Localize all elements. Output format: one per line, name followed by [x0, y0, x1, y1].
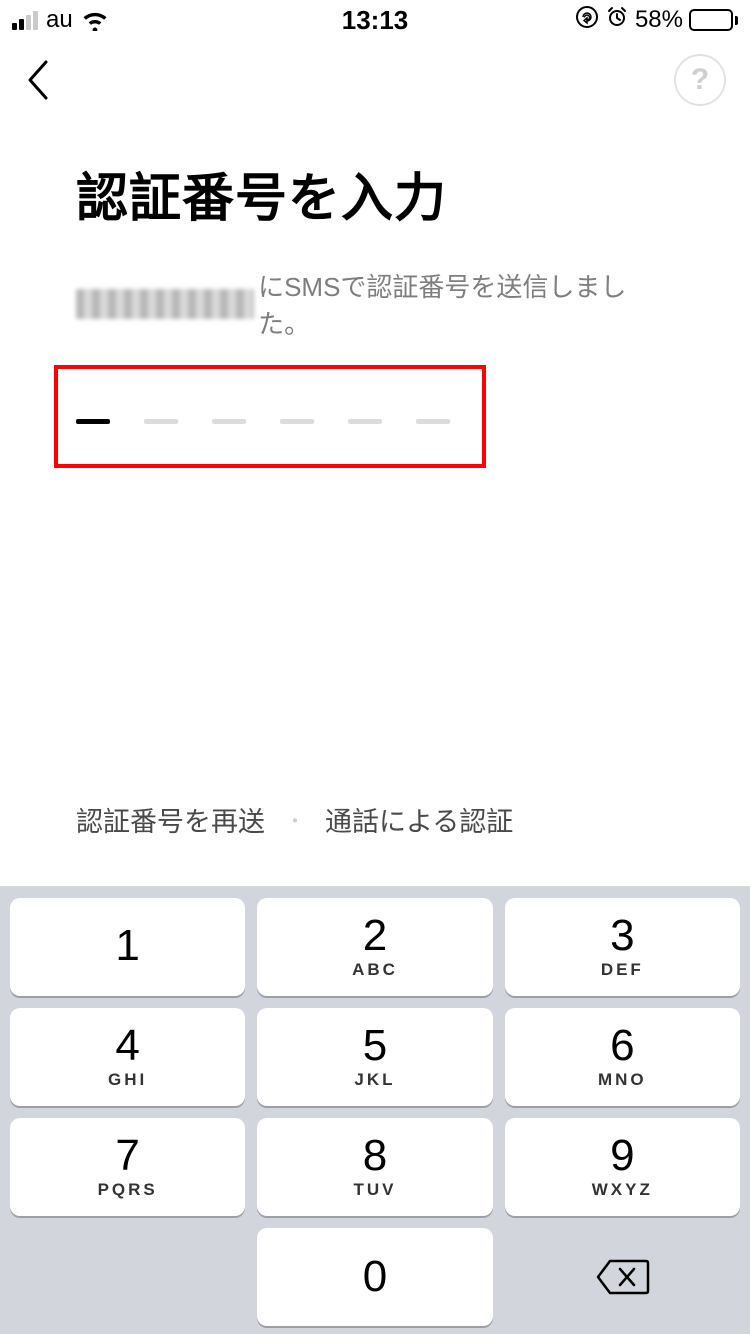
code-digit-6	[416, 419, 450, 424]
key-5[interactable]: 5JKL	[257, 1008, 492, 1106]
separator: ・	[285, 805, 305, 834]
alarm-icon	[605, 5, 629, 36]
wifi-icon	[81, 9, 109, 31]
clock: 13:13	[342, 5, 409, 36]
key-4[interactable]: 4GHI	[10, 1008, 245, 1106]
key-8[interactable]: 8TUV	[257, 1118, 492, 1216]
status-bar: au 13:13 58%	[0, 0, 750, 40]
key-0[interactable]: 0	[257, 1228, 492, 1326]
status-left: au	[12, 6, 109, 34]
code-digit-4	[280, 419, 314, 424]
backspace-icon	[594, 1257, 650, 1297]
resend-code-link[interactable]: 認証番号を再送	[76, 800, 265, 839]
status-right: 58%	[575, 5, 738, 36]
key-6[interactable]: 6MNO	[505, 1008, 740, 1106]
key-2[interactable]: 2ABC	[257, 898, 492, 996]
key-7[interactable]: 7PQRS	[10, 1118, 245, 1216]
subtitle-text: にSMSで認証番号を送信しました。	[258, 267, 674, 341]
signal-icon	[12, 10, 38, 30]
numeric-keypad: 1 2ABC 3DEF 4GHI 5JKL 6MNO 7PQRS 8TUV 9W…	[0, 886, 750, 1334]
page-subtitle: にSMSで認証番号を送信しました。	[76, 267, 674, 341]
code-input[interactable]	[54, 365, 486, 468]
call-auth-link[interactable]: 通話による認証	[325, 800, 513, 839]
rotation-lock-icon	[575, 5, 599, 36]
key-delete[interactable]	[505, 1228, 740, 1326]
code-digit-3	[212, 419, 246, 424]
code-digit-5	[348, 419, 382, 424]
battery-pct: 58%	[635, 6, 683, 34]
code-digit-2	[144, 419, 178, 424]
back-button[interactable]	[24, 58, 52, 102]
secondary-actions: 認証番号を再送 ・ 通話による認証	[76, 800, 513, 839]
help-button[interactable]: ?	[674, 54, 726, 106]
battery-icon	[689, 9, 738, 31]
key-1[interactable]: 1	[10, 898, 245, 996]
key-9[interactable]: 9WXYZ	[505, 1118, 740, 1216]
page-title: 認証番号を入力	[76, 156, 674, 231]
carrier-label: au	[46, 6, 73, 34]
help-icon: ?	[691, 63, 709, 97]
nav-bar: ?	[0, 40, 750, 120]
key-3[interactable]: 3DEF	[505, 898, 740, 996]
code-digit-1	[76, 419, 110, 424]
main-content: 認証番号を入力 にSMSで認証番号を送信しました。	[0, 156, 750, 468]
keypad-spacer	[10, 1228, 245, 1326]
redacted-phone	[76, 289, 254, 319]
